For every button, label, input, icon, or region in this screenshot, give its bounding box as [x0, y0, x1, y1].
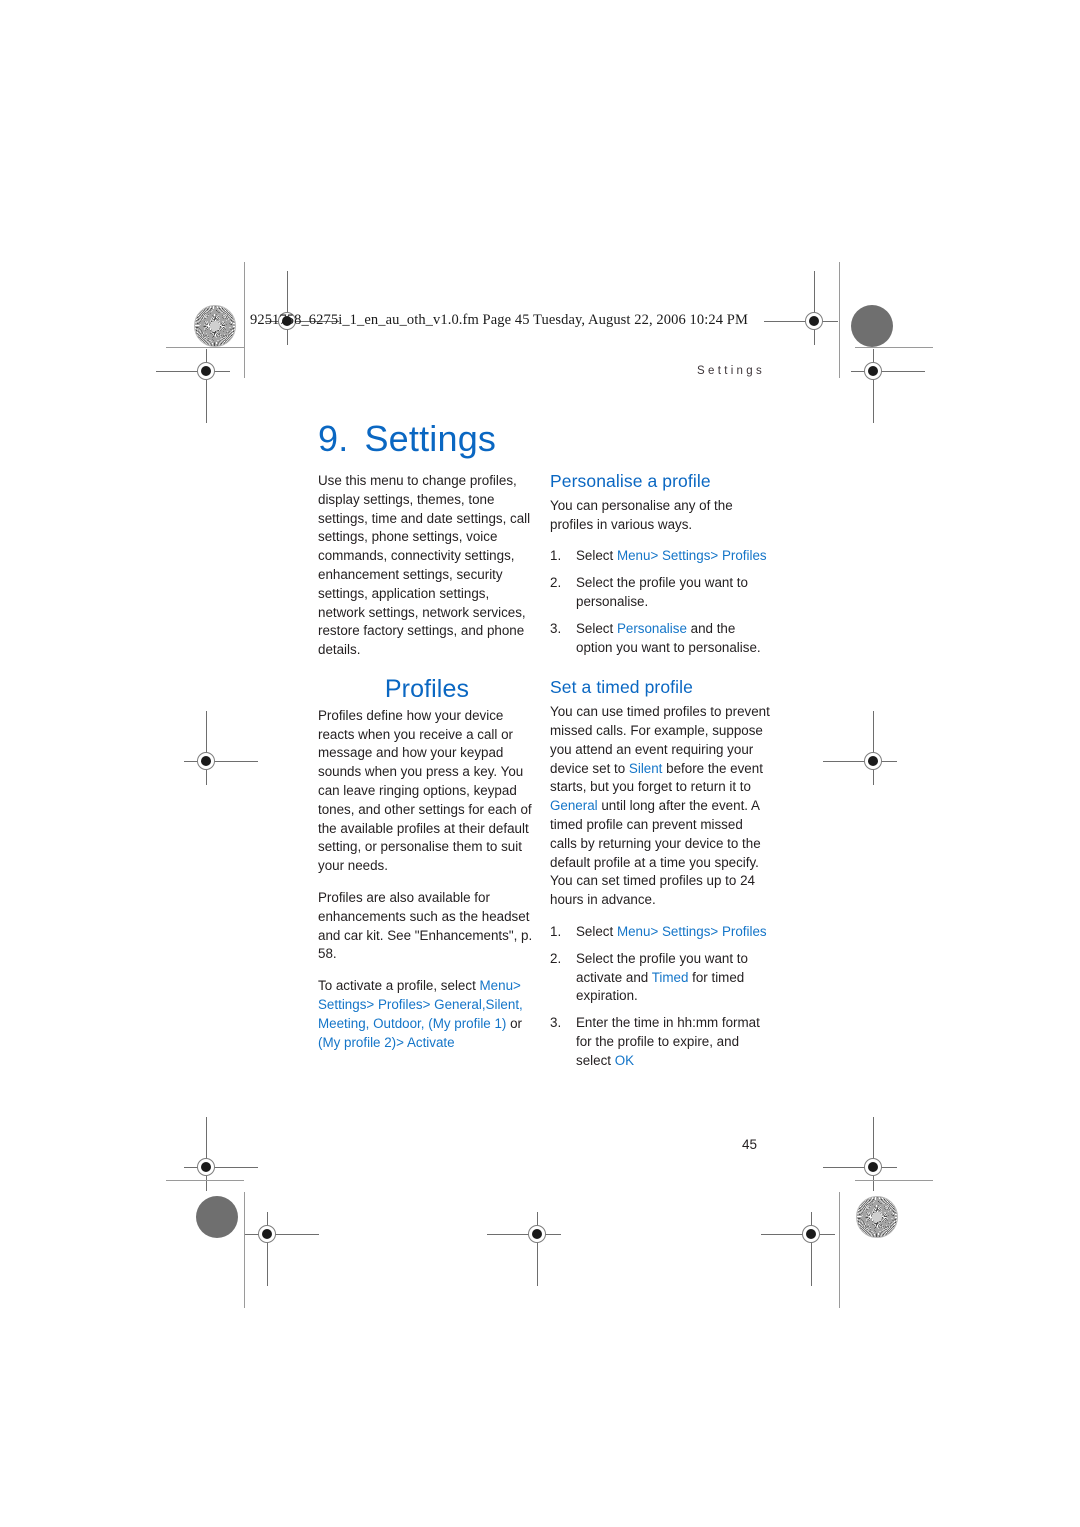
- profile-name-silent: Silent: [628, 760, 663, 776]
- registration-mark-middle-right: [823, 711, 897, 785]
- menu-path-menu: Menu: [479, 978, 514, 994]
- section-heading-profiles: Profiles: [384, 674, 470, 703]
- path-comma: ,: [519, 996, 523, 1012]
- registration-starburst-top-left: [194, 305, 236, 347]
- registration-mark-bottom-center: [487, 1212, 561, 1286]
- path-comma: ,: [420, 1015, 425, 1031]
- page-number: 45: [742, 1137, 758, 1152]
- step-lead: Select: [576, 923, 617, 939]
- menu-path-menu: Menu: [616, 548, 651, 564]
- crop-rule-vertical-bottom-right: [839, 1192, 840, 1308]
- list-item: Select Menu> Settings> Profiles: [550, 923, 770, 942]
- menu-path-profiles: Profiles: [721, 548, 767, 564]
- path-comma: ,: [365, 1015, 370, 1031]
- personalise-intro: You can personalise any of the profiles …: [550, 497, 733, 532]
- path-separator-icon: >: [710, 548, 719, 564]
- path-separator-icon: >: [396, 1034, 404, 1050]
- menu-path-profiles: Profiles: [721, 923, 767, 939]
- menu-path-menu: Menu: [616, 923, 651, 939]
- section-heading-set-a-timed-profile: Set a timed profile: [550, 677, 693, 698]
- menu-path-general: General: [434, 996, 482, 1012]
- timed-profile-paragraph: You can use timed profiles to prevent mi…: [550, 703, 770, 910]
- registration-mark-middle-left: [184, 711, 258, 785]
- menu-path-outdoor: Outdoor: [373, 1015, 421, 1031]
- density-patch-bottom-left: [196, 1196, 238, 1238]
- right-column: Personalise a profile You can personalis…: [550, 472, 770, 1079]
- menu-path-activate: Activate: [406, 1034, 455, 1050]
- section-heading-personalise-a-profile: Personalise a profile: [550, 471, 711, 491]
- step-lead: Select: [576, 548, 617, 564]
- chapter-title-text: Settings: [364, 418, 497, 460]
- left-column: Use this menu to change profiles, displa…: [318, 472, 536, 1065]
- density-patch-top-right: [851, 305, 893, 347]
- crop-rule-horizontal-bottom-right: [855, 1180, 933, 1181]
- step-lead: Select the profile you want to personali…: [576, 575, 748, 609]
- crop-rule-horizontal-bottom-left: [166, 1180, 244, 1181]
- activate-lead-text: To activate a profile, select: [318, 978, 480, 994]
- menu-path-my-profile-1: (My profile 1): [428, 1015, 507, 1031]
- chapter-number: 9.: [318, 418, 349, 460]
- step-lead: Enter the time in hh:mm format for the p…: [576, 1015, 760, 1068]
- document-page: 9251758_6275i_1_en_au_oth_v1.0.fm Page 4…: [0, 0, 1080, 1527]
- registration-mark-bottom-left: [245, 1212, 319, 1286]
- menu-path-silent: Silent: [485, 996, 520, 1012]
- menu-path-settings: Settings: [662, 923, 711, 939]
- path-separator-icon: >: [513, 978, 521, 994]
- path-separator-icon: >: [650, 548, 659, 564]
- list-item: Select the profile you want to personali…: [550, 574, 770, 612]
- path-separator-icon: >: [366, 996, 375, 1012]
- menu-path-timed: Timed: [651, 969, 689, 985]
- crop-rule-horizontal-top-right: [855, 347, 933, 348]
- registration-mark-bottom-right: [761, 1212, 835, 1286]
- menu-path-settings: Settings: [318, 996, 367, 1012]
- crop-rule-vertical-bottom-left: [244, 1192, 245, 1308]
- intro-paragraph: Use this menu to change profiles, displa…: [318, 473, 531, 658]
- crop-rule-vertical-right: [839, 262, 840, 378]
- profiles-paragraph-1: Profiles define how your device reacts w…: [318, 707, 532, 874]
- menu-path-settings: Settings: [662, 548, 711, 564]
- crop-rule-vertical-left: [244, 262, 245, 378]
- registration-starburst-bottom-right: [856, 1196, 898, 1238]
- crop-rule-horizontal-top-left: [166, 347, 244, 348]
- step-lead: Select: [576, 620, 617, 636]
- list-item: Select Personalise and the option you wa…: [550, 620, 770, 658]
- running-header: Settings: [697, 365, 765, 377]
- timed-text-c: until long after the event. A timed prof…: [550, 798, 761, 908]
- menu-path-my-profile-2: (My profile 2): [318, 1034, 397, 1050]
- profiles-paragraph-2: Profiles are also available for enhancem…: [318, 889, 533, 962]
- page-title: 9. Settings: [318, 418, 496, 460]
- personalise-steps-list: Select Menu> Settings> Profiles Select t…: [550, 547, 770, 657]
- filename-header: 9251758_6275i_1_en_au_oth_v1.0.fm Page 4…: [250, 312, 748, 328]
- menu-path-profiles: Profiles: [377, 996, 423, 1012]
- registration-mark-upper-right: [851, 349, 925, 423]
- registration-mark-top-right: [764, 271, 838, 345]
- path-separator-icon: >: [710, 923, 719, 939]
- activate-profile-paragraph: To activate a profile, select Menu> Sett…: [318, 977, 536, 1052]
- activate-or-text: or: [510, 1015, 523, 1031]
- menu-path-personalise: Personalise: [616, 620, 687, 636]
- path-separator-icon: >: [650, 923, 659, 939]
- list-item: Select the profile you want to activate …: [550, 950, 770, 1006]
- list-item: Enter the time in hh:mm format for the p…: [550, 1014, 770, 1070]
- timed-steps-list: Select Menu> Settings> Profiles Select t…: [550, 923, 770, 1071]
- registration-mark-upper-left: [156, 349, 230, 423]
- profile-name-general: General: [550, 798, 598, 814]
- menu-path-meeting: Meeting: [318, 1015, 366, 1031]
- list-item: Select Menu> Settings> Profiles: [550, 547, 770, 566]
- path-separator-icon: >: [422, 996, 431, 1012]
- menu-path-ok: OK: [614, 1052, 635, 1068]
